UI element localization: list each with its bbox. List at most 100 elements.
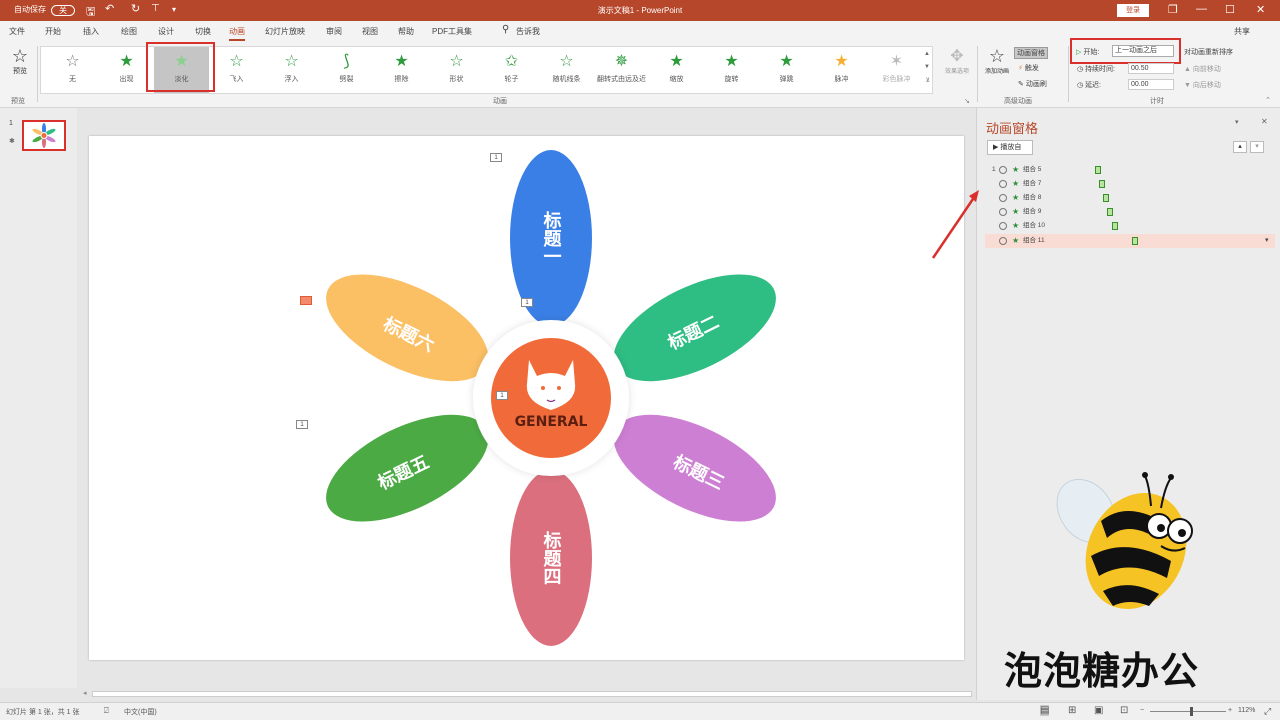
add-animation-button[interactable]: ☆ 添加动画 bbox=[980, 46, 1014, 75]
tab-view[interactable]: 视图 bbox=[362, 26, 378, 37]
animation-tag[interactable] bbox=[300, 296, 312, 305]
timeline-bar[interactable] bbox=[1103, 194, 1109, 202]
animation-list-item[interactable]: 1 ★ 组合 5 bbox=[985, 163, 1275, 177]
scroll-left-icon[interactable]: ◂ bbox=[83, 689, 87, 697]
normal-view-icon[interactable]: ▤ bbox=[1040, 705, 1050, 716]
slide-sorter-icon[interactable]: ⊞ bbox=[1068, 705, 1076, 716]
animation-list-item-selected[interactable]: ★ 组合 11 ▾ bbox=[985, 234, 1275, 248]
animation-list-item[interactable]: ★ 组合 10 bbox=[985, 219, 1275, 233]
effect-bounce[interactable]: ★ 弹跳 bbox=[759, 47, 814, 93]
timeline-bar[interactable] bbox=[1099, 180, 1105, 188]
zoom-in-icon[interactable]: + bbox=[1228, 707, 1232, 714]
timeline-bar[interactable] bbox=[1132, 237, 1138, 245]
scroll-thumb[interactable] bbox=[92, 691, 972, 697]
trigger-button[interactable]: ⚡ 触发 bbox=[1018, 63, 1039, 73]
language-label[interactable]: 中文(中国) bbox=[124, 707, 157, 717]
trigger-icon: ⚡ bbox=[1018, 65, 1023, 72]
tab-pdf-tools[interactable]: PDF工具集 bbox=[432, 26, 472, 37]
timeline-bar[interactable] bbox=[1107, 208, 1113, 216]
animation-list-item[interactable]: ★ 组合 8 bbox=[985, 191, 1275, 205]
animation-tag[interactable]: 1 bbox=[521, 298, 533, 307]
animation-tag[interactable]: 1 bbox=[490, 153, 502, 162]
ribbon-display-icon[interactable]: ❐ bbox=[1168, 3, 1178, 16]
gallery-scroll-up-icon[interactable]: ▲ bbox=[924, 51, 930, 57]
duration-input[interactable]: 00.50 bbox=[1128, 63, 1174, 74]
play-icon: ▷ bbox=[1076, 49, 1082, 56]
start-label-text: 开始: bbox=[1083, 49, 1100, 56]
gallery-scroll-down-icon[interactable]: ▼ bbox=[924, 64, 930, 70]
collapse-ribbon-icon[interactable]: ⌃ bbox=[1265, 96, 1271, 104]
close-icon[interactable]: ✕ bbox=[1256, 3, 1265, 16]
tab-animations[interactable]: 动画 bbox=[229, 26, 245, 41]
tab-draw[interactable]: 绘图 bbox=[121, 26, 137, 37]
move-earlier-button[interactable]: ▲ 向前移动 bbox=[1184, 64, 1221, 74]
tell-me-input[interactable]: 告诉我 bbox=[516, 26, 540, 37]
timeline-bar[interactable] bbox=[1112, 222, 1118, 230]
thumbnail-pane: 1 ✱ bbox=[0, 108, 77, 688]
effect-grow-turn[interactable]: ✵ 翻转式由远及近 bbox=[594, 47, 649, 93]
effect-wheel[interactable]: ✩ 轮子 bbox=[484, 47, 539, 93]
effect-none[interactable]: ☆ 无 bbox=[45, 47, 100, 93]
effect-label: 无 bbox=[69, 76, 76, 83]
effect-shape[interactable]: ☆ 形状 bbox=[429, 47, 484, 93]
slide-thumbnail[interactable] bbox=[22, 120, 66, 151]
effect-pulse[interactable]: ★ 脉冲 bbox=[814, 47, 869, 93]
zoom-slider-thumb[interactable] bbox=[1190, 707, 1193, 716]
move-up-icon[interactable]: ▴ bbox=[1233, 141, 1247, 153]
tab-insert[interactable]: 插入 bbox=[83, 26, 99, 37]
animation-painter-button[interactable]: ✎ 动画刷 bbox=[1018, 79, 1047, 89]
animation-list-item[interactable]: ★ 组合 9 bbox=[985, 205, 1275, 219]
fit-slide-icon[interactable]: ⤢ bbox=[1264, 706, 1271, 717]
animation-pane-button[interactable]: 动画窗格 bbox=[1014, 47, 1048, 59]
spellcheck-icon[interactable]: ⍁ bbox=[104, 706, 109, 716]
star-icon: ★ bbox=[834, 53, 849, 70]
effect-float-in[interactable]: ☆ 浮入 bbox=[264, 47, 319, 93]
zoom-level[interactable]: 112% bbox=[1238, 707, 1255, 714]
thumbnail-preview bbox=[32, 123, 56, 148]
effect-star-icon: ★ bbox=[1012, 193, 1020, 202]
effect-options-button[interactable]: ✥ 效果选项 bbox=[942, 46, 972, 75]
dialog-launcher-icon[interactable]: ↘ bbox=[964, 97, 970, 105]
minimize-icon[interactable]: — bbox=[1196, 3, 1207, 15]
preview-button[interactable]: ☆ 预览 bbox=[6, 46, 34, 76]
move-later-button[interactable]: ▼ 向后移动 bbox=[1184, 80, 1221, 90]
tab-home[interactable]: 开始 bbox=[45, 26, 61, 37]
item-index: 1 bbox=[992, 166, 996, 173]
item-dropdown-icon[interactable]: ▾ bbox=[1265, 234, 1269, 248]
effect-split[interactable]: ⟆ 劈裂 bbox=[319, 47, 374, 93]
delay-input[interactable]: 00.00 bbox=[1128, 79, 1174, 90]
tab-slideshow[interactable]: 幻灯片放映 bbox=[265, 26, 305, 37]
slide-canvas[interactable]: 标题一 标题二 标题三 标题四 标题五 标题六 GENERAL 1 1 1 1 bbox=[89, 136, 964, 660]
effect-swivel[interactable]: ★ 旋转 bbox=[704, 47, 759, 93]
reading-view-icon[interactable]: ▣ bbox=[1094, 705, 1103, 716]
slideshow-icon[interactable]: ⊡ bbox=[1120, 705, 1128, 716]
share-button[interactable]: 共享 bbox=[1234, 26, 1250, 37]
tab-file[interactable]: 文件 bbox=[9, 26, 25, 37]
pane-options-icon[interactable]: ▾ bbox=[1235, 118, 1239, 126]
tab-help[interactable]: 帮助 bbox=[398, 26, 414, 37]
effect-color-pulse[interactable]: ✶ 彩色脉冲 bbox=[869, 47, 924, 93]
move-down-icon[interactable]: ▾ bbox=[1250, 141, 1264, 153]
animation-tag[interactable]: 1 bbox=[296, 420, 308, 429]
tab-transitions[interactable]: 切换 bbox=[195, 26, 211, 37]
effect-fly-in[interactable]: ☆ 飞入 bbox=[209, 47, 264, 93]
effect-random-bars[interactable]: ☆ 随机线条 bbox=[539, 47, 594, 93]
tab-design[interactable]: 设计 bbox=[158, 26, 174, 37]
pane-close-icon[interactable]: ✕ bbox=[1261, 117, 1268, 126]
horizontal-scrollbar[interactable]: ◂ bbox=[80, 688, 975, 700]
clock-icon: ◷ bbox=[1077, 66, 1084, 73]
timeline-bar[interactable] bbox=[1095, 166, 1101, 174]
tab-review[interactable]: 审阅 bbox=[326, 26, 342, 37]
effect-zoom[interactable]: ★ 缩放 bbox=[649, 47, 704, 93]
effect-label: 形状 bbox=[449, 76, 464, 83]
login-button[interactable]: 登录 bbox=[1117, 4, 1149, 17]
gallery-more-icon[interactable]: ⊻ bbox=[926, 77, 930, 84]
animation-list-item[interactable]: ★ 组合 7 bbox=[985, 177, 1275, 191]
zoom-slider[interactable] bbox=[1150, 711, 1226, 712]
maximize-icon[interactable]: ☐ bbox=[1225, 3, 1235, 16]
start-select[interactable]: 上一动画之后 bbox=[1112, 45, 1174, 57]
play-from-button[interactable]: ▶ 播放自 bbox=[987, 140, 1033, 155]
animation-tag[interactable]: 1 bbox=[496, 391, 508, 400]
effect-wipe[interactable]: ★ 擦除 bbox=[374, 47, 429, 93]
zoom-out-icon[interactable]: − bbox=[1140, 707, 1144, 714]
